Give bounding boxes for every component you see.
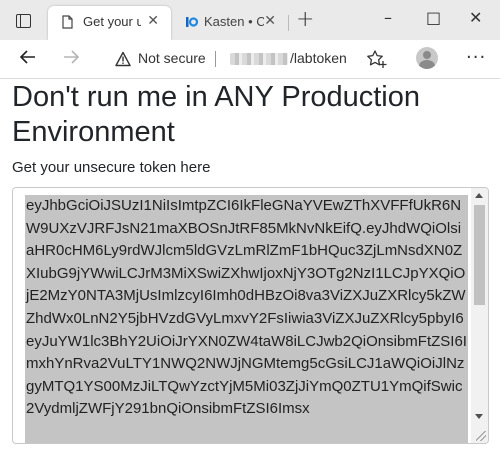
close-window-button[interactable]: ✕ <box>469 8 482 28</box>
page-subtitle: Get your unsecure token here <box>12 159 211 176</box>
resize-handle-icon[interactable] <box>476 431 486 441</box>
forward-button[interactable] <box>61 47 81 71</box>
textarea-scrollbar[interactable] <box>471 188 488 443</box>
tab-separator <box>288 15 289 31</box>
scroll-up-icon[interactable] <box>475 193 483 198</box>
arrow-right-icon <box>64 50 80 64</box>
tab-close-icon[interactable]: ✕ <box>147 14 159 28</box>
back-button[interactable] <box>18 47 38 71</box>
tab-kasten[interactable]: Kasten • C ✕ <box>172 6 288 40</box>
kasten-logo-icon <box>186 17 198 27</box>
page-title: Don't run me in ANY Production Environme… <box>12 81 420 148</box>
tab-bar: Get your u ✕ Kasten • C ✕ + – □ ✕ <box>0 0 500 40</box>
profile-avatar[interactable] <box>416 47 438 69</box>
tab-close-icon[interactable]: ✕ <box>264 14 276 28</box>
add-favorite-icon[interactable] <box>366 49 388 69</box>
scroll-down-icon[interactable] <box>475 414 483 419</box>
tab-label: Get your u <box>83 14 141 29</box>
more-options-icon[interactable]: ··· <box>466 47 486 68</box>
scroll-thumb[interactable] <box>474 205 485 305</box>
tab-get-your-token[interactable]: Get your u ✕ <box>48 6 171 40</box>
new-tab-button[interactable]: + <box>296 9 314 31</box>
security-label[interactable]: Not secure <box>138 50 206 66</box>
warning-icon[interactable] <box>115 51 131 67</box>
token-text[interactable]: eyJhbGciOiJSUzI1NiIsImtpZCI6IkFleGNaYVEw… <box>25 195 468 443</box>
tab-actions-icon[interactable] <box>16 14 31 28</box>
maximize-button[interactable]: □ <box>426 8 441 28</box>
minimize-button[interactable]: – <box>384 8 392 28</box>
address-bar[interactable]: Not secure /labtoken <box>100 45 400 73</box>
browser-toolbar: Not secure /labtoken ··· <box>0 40 500 79</box>
page-icon <box>62 15 73 29</box>
blurred-host <box>230 53 288 65</box>
tab-label: Kasten • C <box>204 14 264 29</box>
address-separator <box>215 51 216 67</box>
arrow-left-icon <box>19 50 35 64</box>
token-textarea[interactable]: eyJhbGciOiJSUzI1NiIsImtpZCI6IkFleGNaYVEw… <box>12 187 489 444</box>
url-path: /labtoken <box>290 50 347 66</box>
